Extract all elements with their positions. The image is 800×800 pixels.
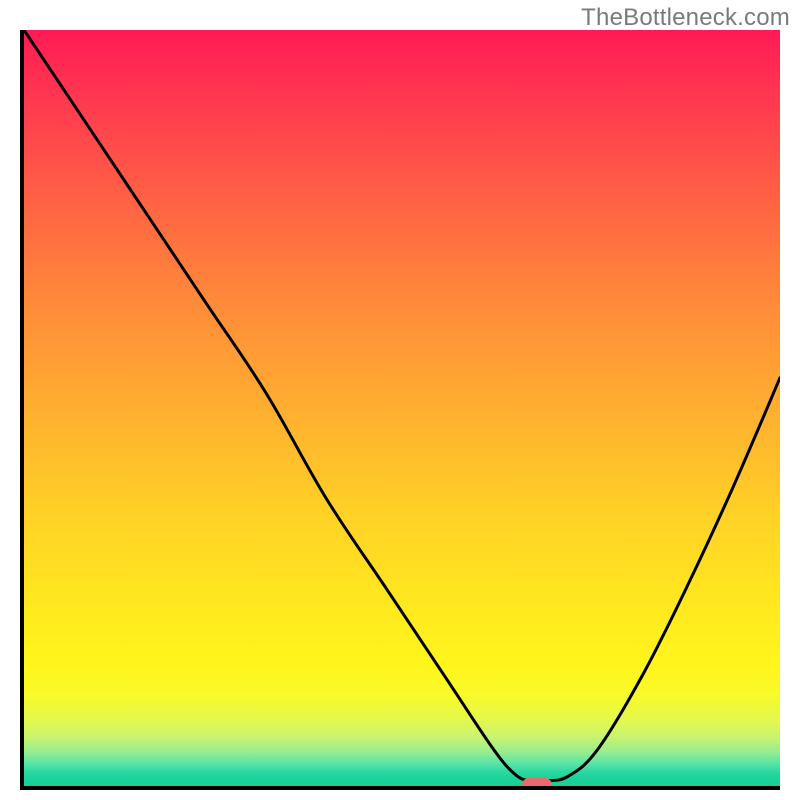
plot-area xyxy=(20,30,780,790)
bottleneck-chart: TheBottleneck.com xyxy=(0,0,800,800)
attribution-text: TheBottleneck.com xyxy=(581,4,790,32)
optimal-point-marker xyxy=(522,778,552,790)
curve-svg xyxy=(24,30,780,786)
bottleneck-curve-path xyxy=(24,30,780,781)
